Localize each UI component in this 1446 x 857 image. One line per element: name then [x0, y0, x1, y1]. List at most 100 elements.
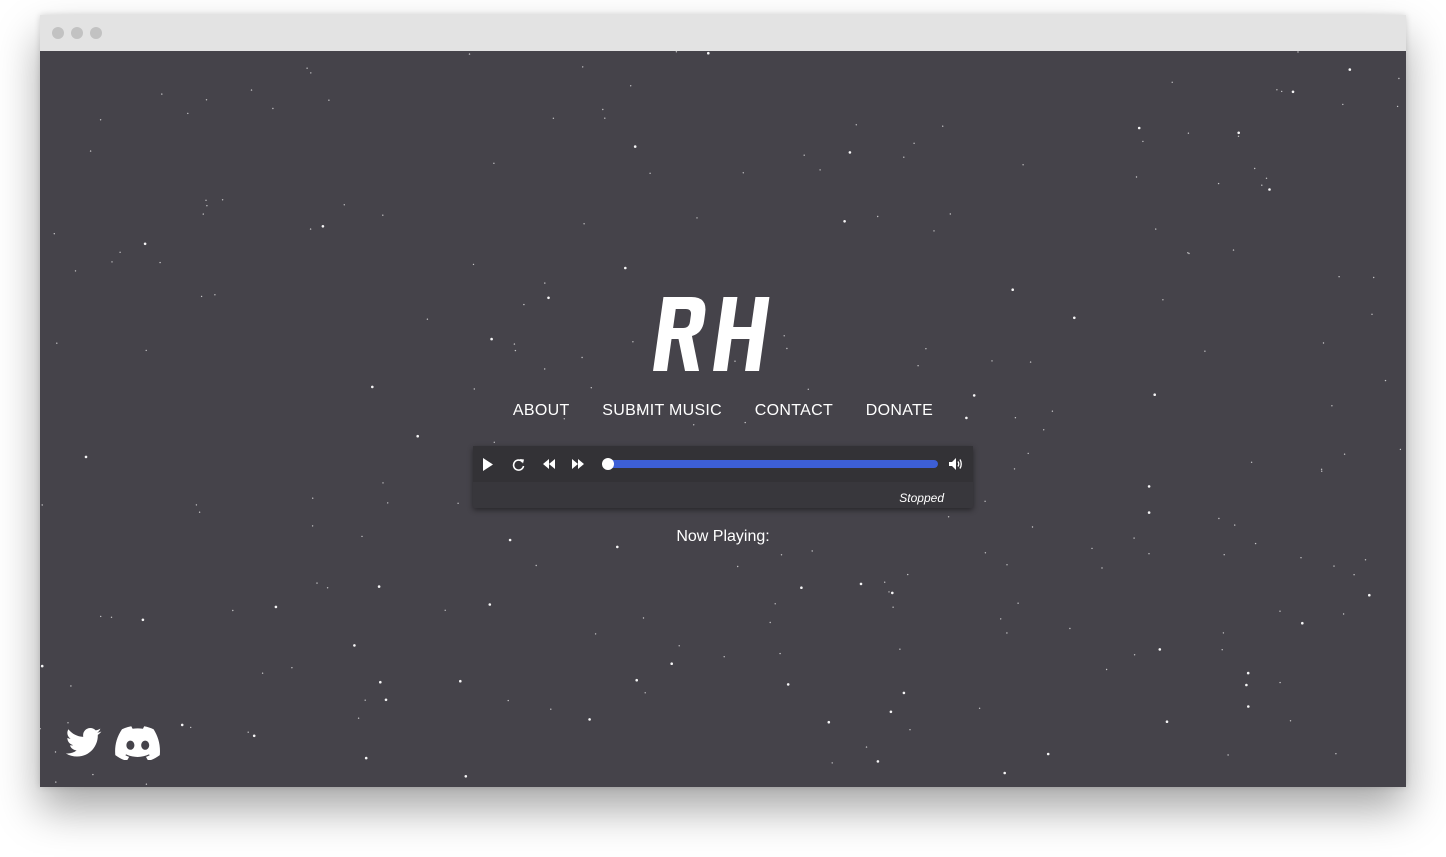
star — [535, 564, 537, 567]
star — [1227, 754, 1229, 756]
star — [1254, 167, 1256, 170]
star — [1342, 103, 1344, 106]
star — [250, 89, 253, 91]
star — [1006, 564, 1008, 566]
star — [1091, 547, 1093, 550]
star — [426, 318, 429, 320]
star — [1148, 553, 1150, 555]
star — [145, 783, 148, 785]
star — [382, 214, 384, 216]
star — [316, 582, 318, 584]
star — [800, 586, 803, 589]
star — [1147, 511, 1151, 514]
star — [803, 154, 805, 156]
star — [1223, 554, 1225, 556]
star — [865, 746, 868, 748]
rewind-button[interactable] — [540, 455, 558, 473]
star — [1343, 453, 1346, 455]
star — [119, 251, 121, 253]
reload-icon — [512, 458, 524, 471]
nav-donate[interactable]: DONATE — [866, 402, 933, 420]
star — [187, 112, 189, 115]
star — [1237, 135, 1240, 137]
star — [1153, 393, 1156, 397]
progress-thumb[interactable] — [602, 458, 614, 470]
star — [624, 266, 627, 270]
star — [1396, 105, 1399, 108]
star — [942, 125, 944, 127]
star — [328, 99, 330, 101]
star — [1335, 753, 1337, 755]
star — [1171, 81, 1173, 83]
nav-about[interactable]: ABOUT — [513, 402, 570, 420]
star — [1342, 613, 1345, 615]
star — [291, 667, 293, 669]
star — [1006, 632, 1008, 634]
star — [737, 565, 739, 568]
star — [377, 585, 381, 588]
star — [473, 388, 475, 390]
star — [925, 348, 927, 350]
star — [1321, 470, 1323, 472]
star — [1187, 252, 1189, 254]
twitter-link[interactable] — [64, 725, 104, 761]
main-nav: ABOUT SUBMIT MUSIC CONTACT DONATE — [40, 402, 1406, 424]
nav-submit-music[interactable]: SUBMIT MUSIC — [602, 402, 722, 420]
volume-button[interactable] — [947, 455, 965, 473]
star — [1133, 654, 1136, 656]
progress-track[interactable] — [607, 460, 938, 468]
star — [1222, 632, 1225, 634]
star — [379, 680, 382, 684]
star — [364, 699, 366, 701]
star — [247, 731, 249, 733]
star — [1011, 288, 1014, 291]
star — [312, 497, 314, 499]
star — [891, 591, 894, 595]
star — [110, 616, 113, 618]
star — [1291, 90, 1295, 94]
star — [54, 751, 57, 753]
star — [145, 349, 147, 352]
star — [544, 282, 546, 284]
fast-forward-button[interactable] — [569, 455, 587, 473]
nav-contact[interactable]: CONTACT — [755, 402, 833, 420]
star — [472, 263, 475, 266]
reload-button[interactable] — [509, 455, 527, 473]
rh-logo[interactable] — [652, 293, 794, 375]
star — [1137, 126, 1141, 130]
star — [632, 341, 634, 343]
star — [877, 215, 879, 218]
star — [582, 66, 584, 68]
star — [889, 710, 893, 714]
star — [490, 337, 493, 341]
star — [143, 242, 147, 246]
discord-link[interactable] — [114, 725, 162, 761]
star — [831, 762, 833, 764]
star — [991, 360, 993, 362]
star — [884, 581, 886, 583]
star — [202, 213, 204, 215]
star — [1155, 228, 1157, 230]
star — [1003, 771, 1006, 775]
star — [459, 679, 462, 683]
audio-player: Stopped — [473, 446, 973, 508]
star — [1135, 176, 1138, 178]
star — [1013, 468, 1016, 470]
star — [310, 72, 312, 74]
star — [382, 482, 384, 484]
star — [205, 199, 207, 201]
window-minimize-dot[interactable] — [71, 27, 83, 39]
star — [1246, 671, 1250, 675]
star — [588, 718, 591, 721]
window-maximize-dot[interactable] — [90, 27, 102, 39]
star — [53, 233, 55, 235]
rewind-icon — [543, 459, 555, 469]
play-button[interactable] — [479, 455, 497, 473]
star — [306, 67, 308, 69]
star — [180, 723, 184, 727]
window-close-dot[interactable] — [52, 27, 64, 39]
star — [678, 645, 680, 647]
star — [1237, 131, 1240, 135]
star — [514, 349, 517, 352]
star — [40, 664, 44, 668]
